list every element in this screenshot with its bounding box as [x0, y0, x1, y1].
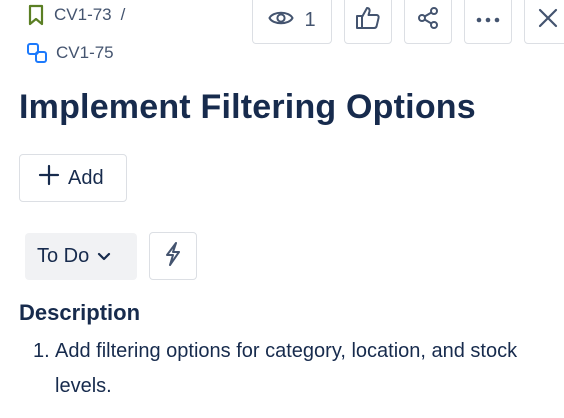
plus-icon: [38, 164, 60, 192]
breadcrumb: CV1-73 /: [28, 4, 125, 26]
watch-count: 1: [304, 8, 316, 31]
status-label: To Do: [37, 245, 90, 267]
watch-button[interactable]: 1: [252, 0, 332, 44]
description-heading: Description: [19, 300, 141, 325]
lightning-bolt-icon: [163, 241, 183, 272]
page-title[interactable]: Implement Filtering Options: [19, 88, 476, 127]
subtask-icon: [26, 42, 48, 64]
like-button[interactable]: [344, 0, 392, 44]
share-button[interactable]: [404, 0, 452, 44]
list-item-number: 1.: [33, 340, 50, 362]
breadcrumb-separator: /: [120, 5, 126, 24]
bookmark-icon: [28, 4, 44, 26]
more-actions-button[interactable]: [464, 0, 512, 44]
status-dropdown[interactable]: To Do: [25, 233, 137, 280]
more-horizontal-icon: [475, 11, 501, 29]
description-list[interactable]: 1. Add filtering options for category, l…: [33, 334, 555, 404]
list-item-text: Add filtering options for category, loca…: [55, 340, 518, 397]
share-icon: [416, 6, 440, 35]
breadcrumb-parent-link[interactable]: CV1-73: [54, 5, 112, 25]
close-button[interactable]: [524, 0, 564, 44]
add-button[interactable]: Add: [19, 154, 127, 202]
chevron-down-icon: [97, 245, 111, 268]
breadcrumb-current-link[interactable]: CV1-75: [56, 43, 114, 63]
breadcrumb-current: CV1-75: [26, 42, 114, 64]
eye-icon: [268, 8, 295, 33]
list-item: 1. Add filtering options for category, l…: [33, 334, 555, 404]
add-button-label: Add: [68, 166, 104, 189]
automation-button[interactable]: [149, 232, 197, 280]
close-icon: [538, 8, 558, 33]
thumbs-up-icon: [355, 6, 381, 35]
